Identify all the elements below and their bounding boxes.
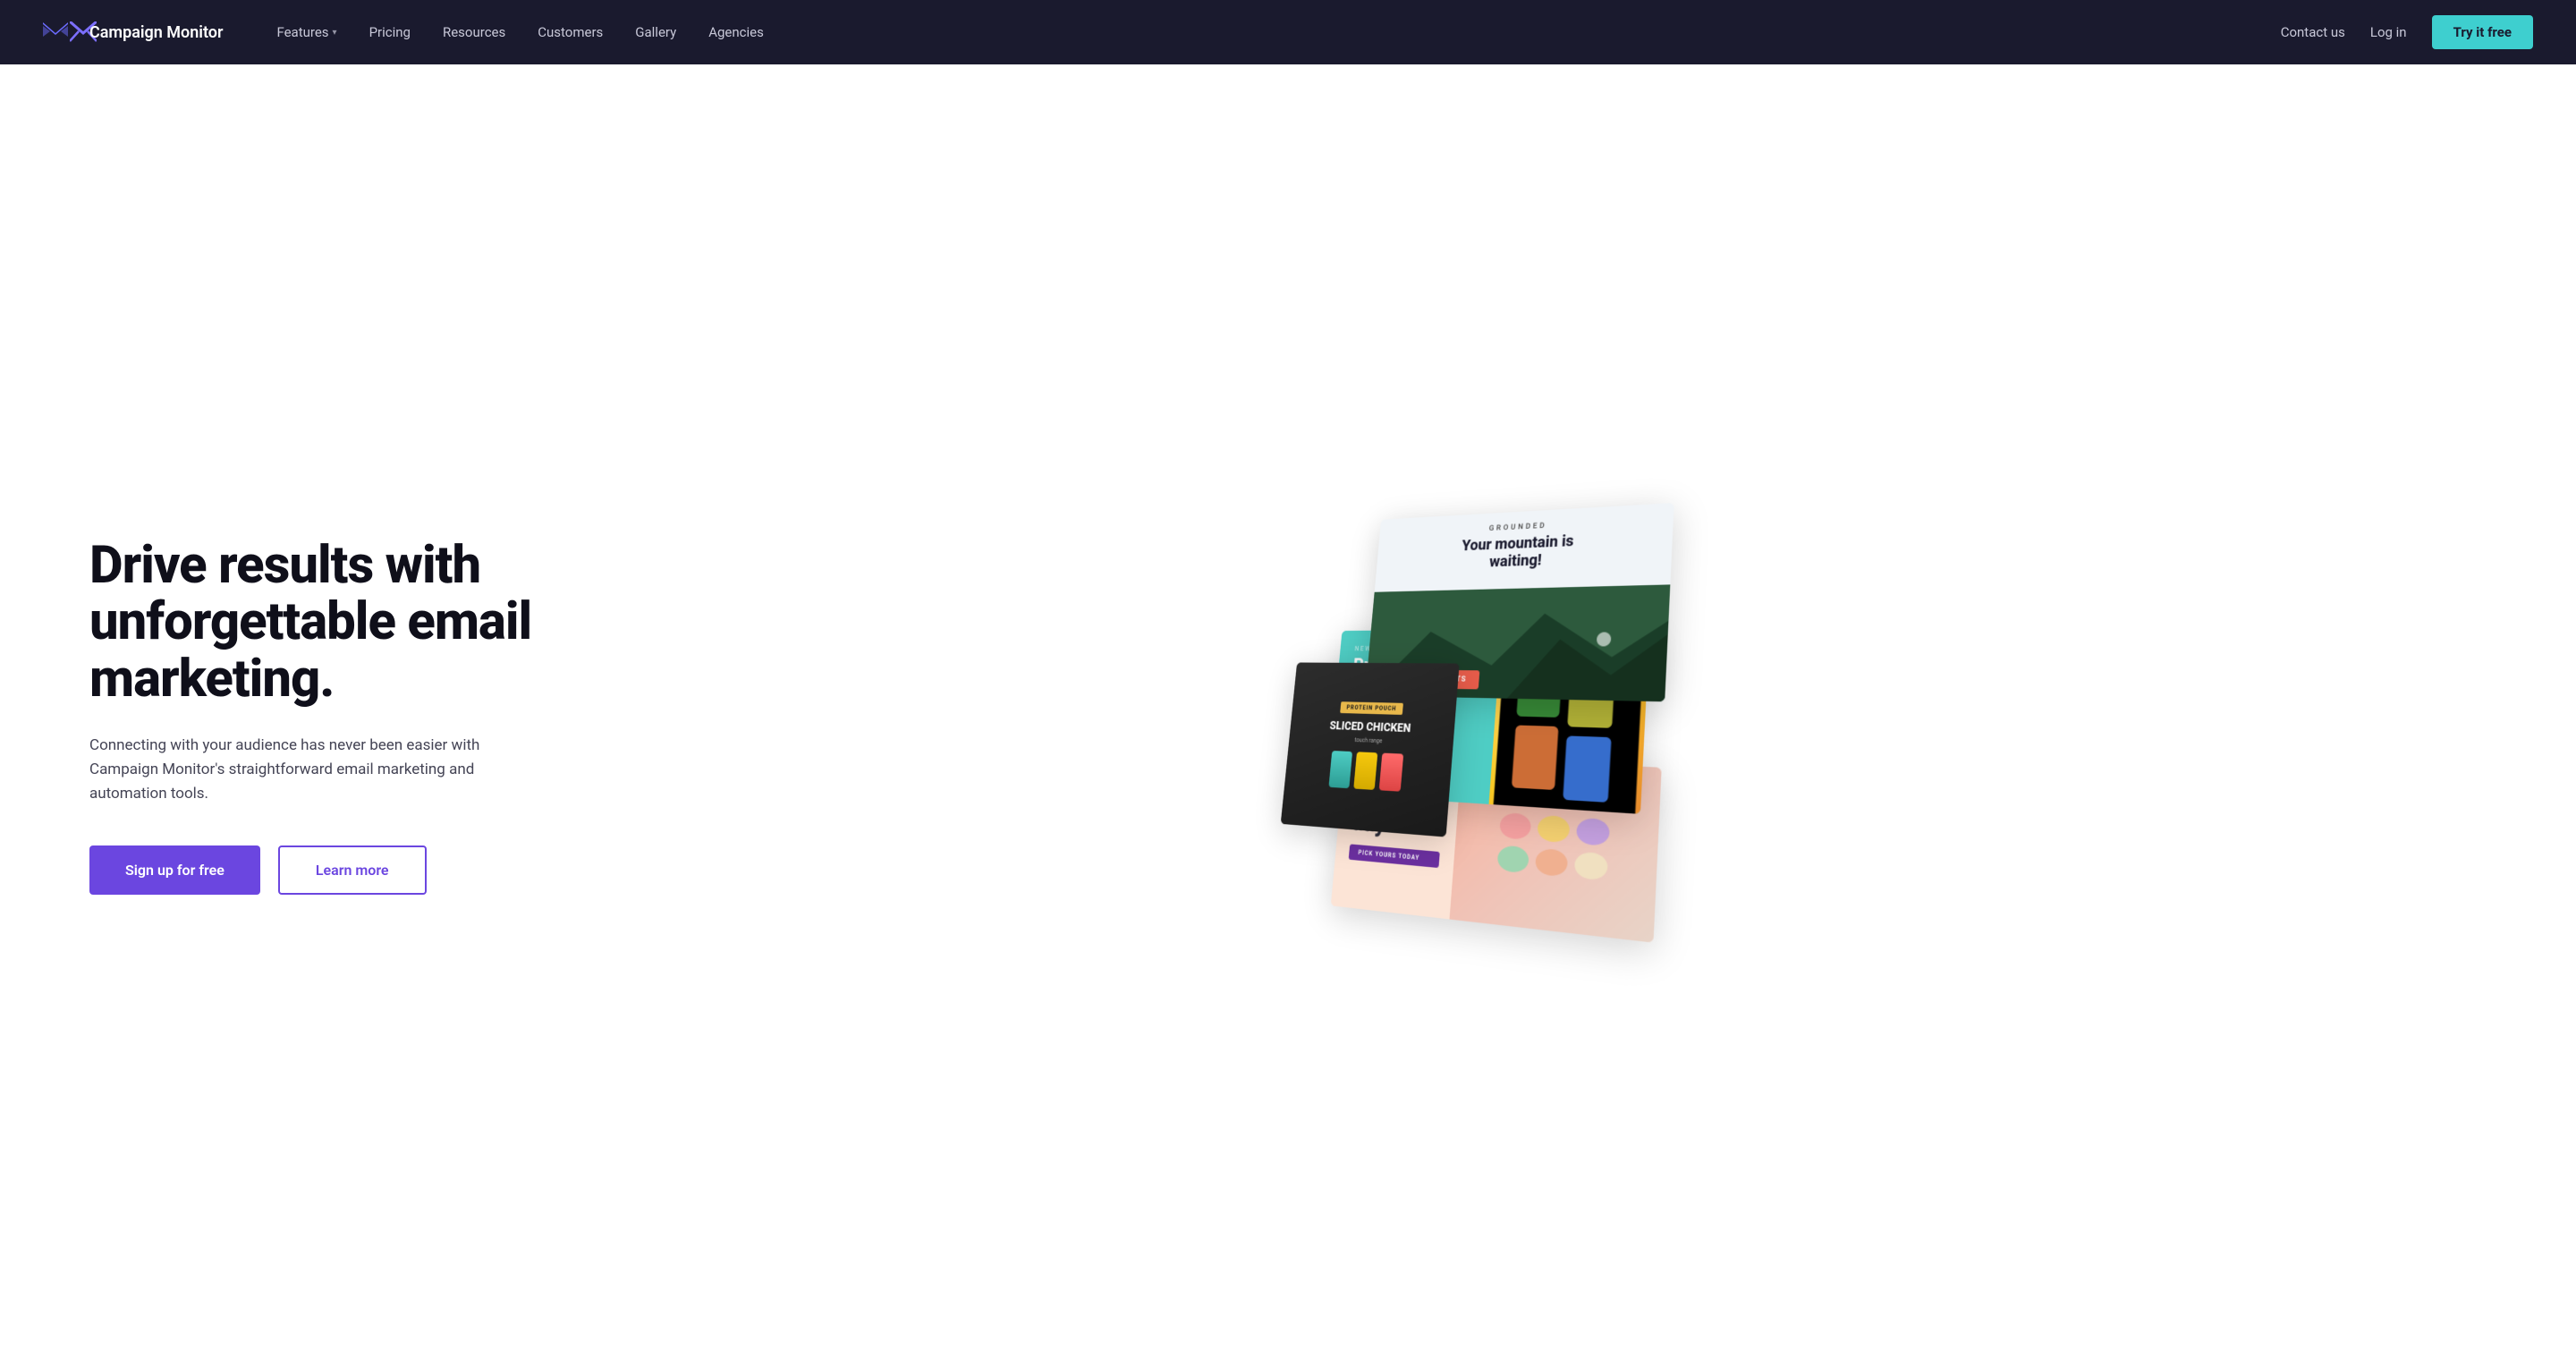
navigation: Campaign Monitor Features ▾ Pricing Reso… xyxy=(0,0,2576,64)
chevron-down-icon: ▾ xyxy=(333,28,337,38)
card4-product-1 xyxy=(1328,751,1352,788)
hero-title: Drive results with unforgettable email m… xyxy=(89,538,555,709)
hero-buttons: Sign up for free Learn more xyxy=(89,845,555,895)
macaron-1 xyxy=(1499,811,1531,839)
nav-features[interactable]: Features ▾ xyxy=(276,24,336,40)
nav-pricing[interactable]: Pricing xyxy=(369,24,411,40)
card4-sub: touch range xyxy=(1354,736,1382,744)
nav-links: Features ▾ Pricing Resources Customers G… xyxy=(276,24,2280,40)
email-card-travel: GROUNDED Your mountain iswaiting! xyxy=(1365,503,1674,701)
try-free-button[interactable]: Try it free xyxy=(2432,15,2533,49)
signup-button[interactable]: Sign up for free xyxy=(89,845,260,895)
learn-more-button[interactable]: Learn more xyxy=(278,845,427,895)
nav-resources[interactable]: Resources xyxy=(443,24,505,40)
email-stack: GROUNDED Your mountain iswaiting! xyxy=(1286,495,1809,970)
hero-subtitle: Connecting with your audience has never … xyxy=(89,734,483,807)
nav-customers[interactable]: Customers xyxy=(538,24,603,40)
email-card-food: PROTEIN POUCH SLICED CHICKEN touch range xyxy=(1281,662,1460,837)
contact-link[interactable]: Contact us xyxy=(2281,24,2345,40)
card4-badge: PROTEIN POUCH xyxy=(1341,701,1403,714)
macaron-6 xyxy=(1574,851,1609,880)
nav-agencies[interactable]: Agencies xyxy=(708,24,764,40)
hero-visual: GROUNDED Your mountain iswaiting! xyxy=(555,484,2504,949)
macaron-2 xyxy=(1537,814,1570,843)
brand-name: Campaign Monitor xyxy=(89,23,223,42)
login-link[interactable]: Log in xyxy=(2370,24,2407,40)
macaron-grid xyxy=(1486,801,1622,893)
card3-cta: PICK YOURS TODAY xyxy=(1349,844,1440,868)
nav-right: Contact us Log in Try it free xyxy=(2281,15,2533,49)
macaron-4 xyxy=(1496,845,1529,873)
logo-link[interactable]: Campaign Monitor xyxy=(43,21,223,43)
hero-section: Drive results with unforgettable email m… xyxy=(0,64,2576,1368)
hero-content: Drive results with unforgettable email m… xyxy=(89,538,555,896)
nav-gallery[interactable]: Gallery xyxy=(635,24,676,40)
macaron-3 xyxy=(1576,817,1610,845)
logo-icon xyxy=(43,22,68,42)
card4-product: SLICED CHICKEN xyxy=(1329,718,1411,735)
macaron-5 xyxy=(1535,847,1568,876)
